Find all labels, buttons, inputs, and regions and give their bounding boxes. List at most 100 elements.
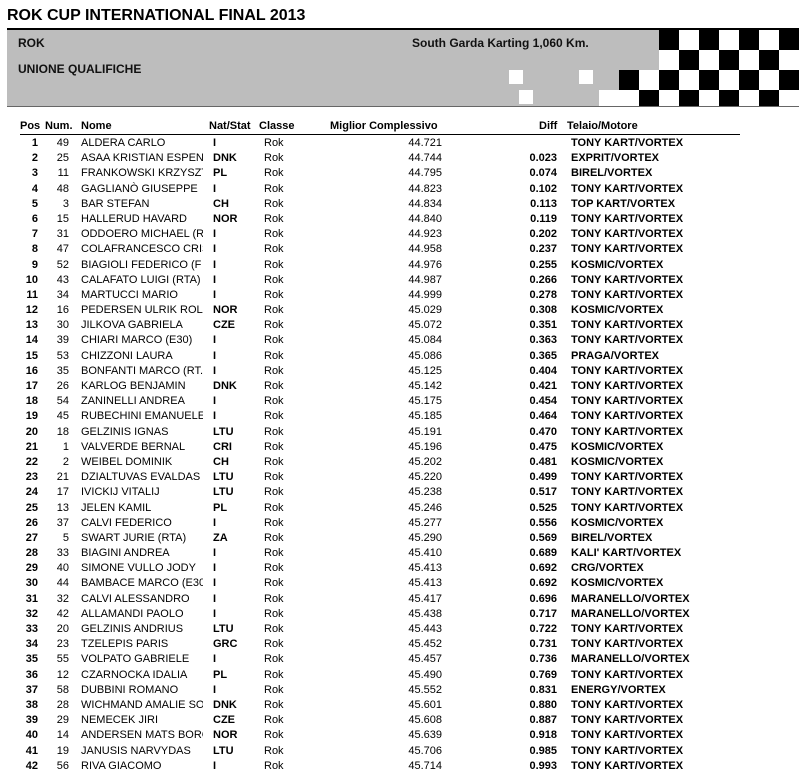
row-num: 55 [56, 653, 69, 666]
row-diff: 0.363 [529, 334, 557, 347]
table-row: 7 31 ODDOERO MICHAEL (RT I Rok 44.923 0.202 TON… [0, 227, 802, 242]
table-row: 16 35 BONFANTI MARCO (RT. I Rok 45.125 0.404 TO… [0, 364, 802, 379]
row-nat: NOR [213, 212, 238, 225]
table-row: 18 54 ZANINELLI ANDREA I Rok 45.175 0.454 TONY … [0, 394, 802, 409]
row-name: CALVI ALESSANDRO [81, 592, 190, 605]
row-name: VOLPATO GABRIELE [81, 653, 190, 666]
row-nat: I [213, 653, 217, 666]
row-nat: I [213, 410, 217, 423]
table-row: 40 14 ANDERSEN MATS BORG NOR Rok 45.639 0.918 T… [0, 728, 802, 743]
row-nat: CH [213, 197, 229, 210]
checkered-flag-graphic [509, 30, 799, 106]
row-num: 25 [56, 152, 69, 165]
row-best-time: 45.417 [408, 592, 442, 605]
row-diff: 0.769 [529, 668, 557, 681]
row-num: 43 [56, 273, 69, 286]
row-class: Rok [264, 152, 284, 165]
row-pos: 18 [25, 395, 38, 408]
row-chassis: TONY KART/VORTEX [571, 137, 684, 149]
row-best-time: 44.795 [408, 167, 442, 180]
row-best-time: 45.246 [408, 501, 442, 514]
row-class: Rok [264, 349, 284, 362]
row-name: JELEN KAMIL [81, 501, 152, 514]
row-class: Rok [264, 501, 284, 514]
row-nat: ZA [213, 531, 228, 544]
row-num: 15 [56, 212, 69, 225]
row-pos: 8 [31, 243, 38, 256]
row-nat: I [213, 592, 217, 605]
row-num: 30 [56, 319, 69, 332]
row-class: Rok [264, 440, 284, 453]
table-row: 19 45 RUBECHINI EMANUELE I Rok 45.185 0.464 TON… [0, 409, 802, 424]
row-num: 42 [56, 607, 69, 620]
row-chassis: KOSMIC/VORTEX [571, 440, 664, 453]
row-num: 40 [56, 562, 69, 575]
row-name: BAMBACE MARCO (E30 [81, 577, 203, 590]
row-best-time: 45.125 [408, 364, 442, 377]
row-num: 29 [56, 714, 69, 727]
row-class: Rok [264, 364, 284, 377]
row-best-time: 45.185 [408, 410, 442, 423]
row-num: 33 [56, 547, 69, 560]
row-name: VALVERDE BERNAL [81, 440, 186, 453]
row-nat: I [213, 243, 217, 256]
table-row: 6 15 HALLERUD HAVARD NOR Rok 44.840 0.119 TONY … [0, 212, 802, 227]
row-name: GAGLIANÒ GIUSEPPE [81, 182, 198, 195]
row-class: Rok [264, 197, 284, 210]
row-chassis: TONY KART/VORTEX [571, 182, 684, 195]
row-class: Rok [264, 212, 284, 225]
row-diff: 0.556 [529, 516, 557, 529]
row-nat: I [213, 182, 217, 195]
row-pos: 17 [25, 380, 38, 392]
row-pos: 13 [25, 319, 38, 332]
row-pos: 16 [25, 364, 38, 377]
row-diff: 0.481 [529, 455, 557, 468]
table-row: 24 17 IVICKIJ VITALIJ LTU Rok 45.238 0.517 TONY… [0, 485, 802, 500]
row-chassis: TONY KART/VORTEX [571, 364, 684, 377]
row-chassis: MARANELLO/VORTEX [571, 592, 690, 605]
row-nat: LTU [213, 425, 234, 438]
row-class: Rok [264, 243, 284, 256]
row-nat: CRI [213, 440, 232, 453]
row-chassis: TONY KART/VORTEX [571, 334, 684, 347]
row-diff: 0.421 [529, 380, 557, 392]
row-class: Rok [264, 638, 284, 651]
row-pos: 40 [25, 729, 38, 742]
row-chassis: TONY KART/VORTEX [571, 395, 684, 408]
row-diff: 0.023 [529, 152, 557, 165]
row-pos: 27 [25, 531, 38, 544]
row-class: Rok [264, 562, 284, 575]
row-class: Rok [264, 410, 284, 423]
row-best-time: 45.443 [408, 623, 442, 635]
row-best-time: 45.086 [408, 349, 442, 362]
row-class: Rok [264, 304, 284, 317]
row-best-time: 45.413 [408, 562, 442, 575]
row-name: DZIALTUVAS EVALDAS [81, 471, 201, 484]
row-diff: 0.525 [529, 501, 557, 514]
row-diff: 0.119 [530, 212, 557, 225]
row-nat: I [213, 395, 217, 408]
row-class: Rok [264, 258, 284, 271]
table-row: 37 58 DUBBINI ROMANO I Rok 45.552 0.831 ENERGY/… [0, 683, 802, 698]
row-diff: 0.464 [529, 410, 557, 423]
row-name: ODDOERO MICHAEL (RT [81, 228, 203, 241]
row-chassis: TONY KART/VORTEX [571, 623, 684, 635]
col-best: Miglior Complessivo [330, 120, 438, 132]
row-diff: 0.831 [529, 683, 557, 696]
row-best-time: 44.834 [408, 197, 442, 210]
row-pos: 28 [25, 547, 38, 560]
row-num: 26 [56, 380, 69, 392]
row-num: 31 [56, 228, 69, 241]
row-best-time: 45.290 [408, 531, 442, 544]
row-chassis: TONY KART/VORTEX [571, 319, 684, 332]
row-nat: I [213, 577, 217, 590]
row-name: RUBECHINI EMANUELE [81, 410, 203, 423]
col-nat: Nat/Stat [209, 120, 251, 132]
row-best-time: 45.706 [408, 744, 442, 757]
row-pos: 39 [25, 714, 38, 727]
row-nat: I [213, 334, 217, 347]
row-chassis: TONY KART/VORTEX [571, 486, 684, 499]
row-diff: 0.404 [529, 364, 557, 377]
table-row: 8 47 COLAFRANCESCO CRIST I Rok 44.958 0.237 TON… [0, 242, 802, 257]
row-class: Rok [264, 623, 284, 635]
